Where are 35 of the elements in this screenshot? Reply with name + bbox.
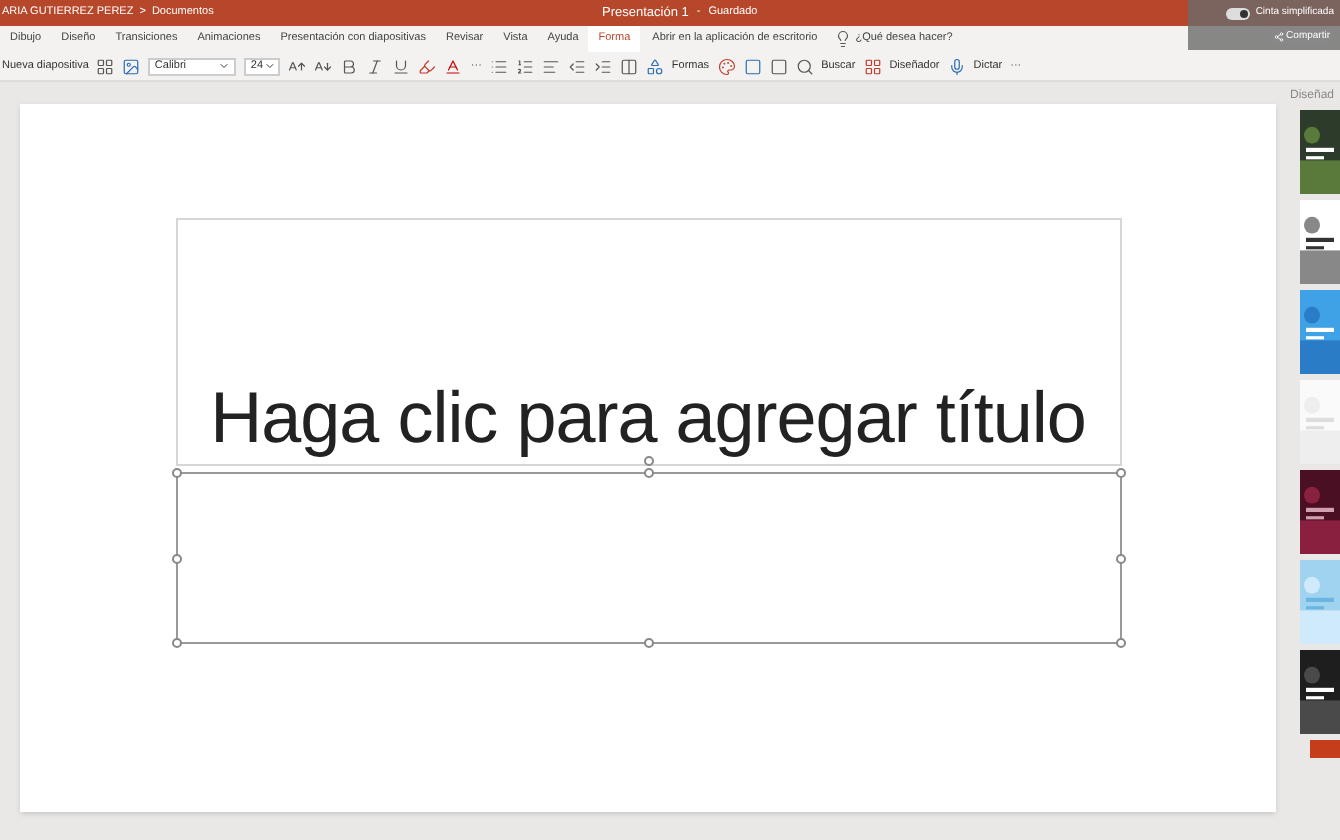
highlighter-icon[interactable]	[418, 57, 437, 75]
numbered-list-icon[interactable]	[515, 57, 534, 75]
fill-icon[interactable]	[717, 57, 736, 75]
grow-font-icon[interactable]	[288, 57, 307, 75]
resize-handle[interactable]	[171, 468, 181, 478]
resize-handle[interactable]	[171, 554, 181, 564]
outdent-icon[interactable]	[567, 57, 586, 75]
share-icon	[1274, 31, 1285, 42]
layout-icon[interactable]	[96, 57, 115, 75]
resize-handle[interactable]	[1115, 468, 1125, 478]
arrange-icon[interactable]	[769, 57, 788, 75]
columns-icon[interactable]	[619, 57, 638, 75]
align-icon[interactable]	[541, 57, 560, 75]
search-icon[interactable]	[795, 57, 814, 75]
shapes-icon[interactable]	[645, 57, 664, 75]
indent-icon[interactable]	[593, 57, 612, 75]
resize-handle[interactable]	[1115, 638, 1125, 648]
shrink-font-icon[interactable]	[314, 57, 333, 75]
bold-icon[interactable]	[340, 57, 359, 75]
ribbon-toggle[interactable]	[1225, 7, 1250, 20]
font-color-icon[interactable]	[444, 57, 463, 75]
resize-handle[interactable]	[171, 638, 181, 648]
title-text[interactable]: Haga clic para agregar título	[210, 382, 1086, 454]
bullet-list-icon[interactable]	[489, 57, 508, 75]
resize-handle[interactable]	[643, 638, 653, 648]
outline-icon[interactable]	[743, 57, 762, 75]
resize-handle[interactable]	[1115, 554, 1125, 564]
chevron-down-icon[interactable]	[263, 60, 275, 72]
title-placeholder[interactable]: Haga clic para agregar título	[175, 218, 1121, 466]
microphone-icon[interactable]	[947, 57, 966, 75]
underline-icon[interactable]	[392, 57, 411, 75]
designer-icon[interactable]	[863, 57, 882, 75]
chevron-down-icon[interactable]	[218, 60, 231, 72]
italic-icon[interactable]	[366, 57, 385, 75]
image-icon[interactable]	[122, 57, 141, 75]
